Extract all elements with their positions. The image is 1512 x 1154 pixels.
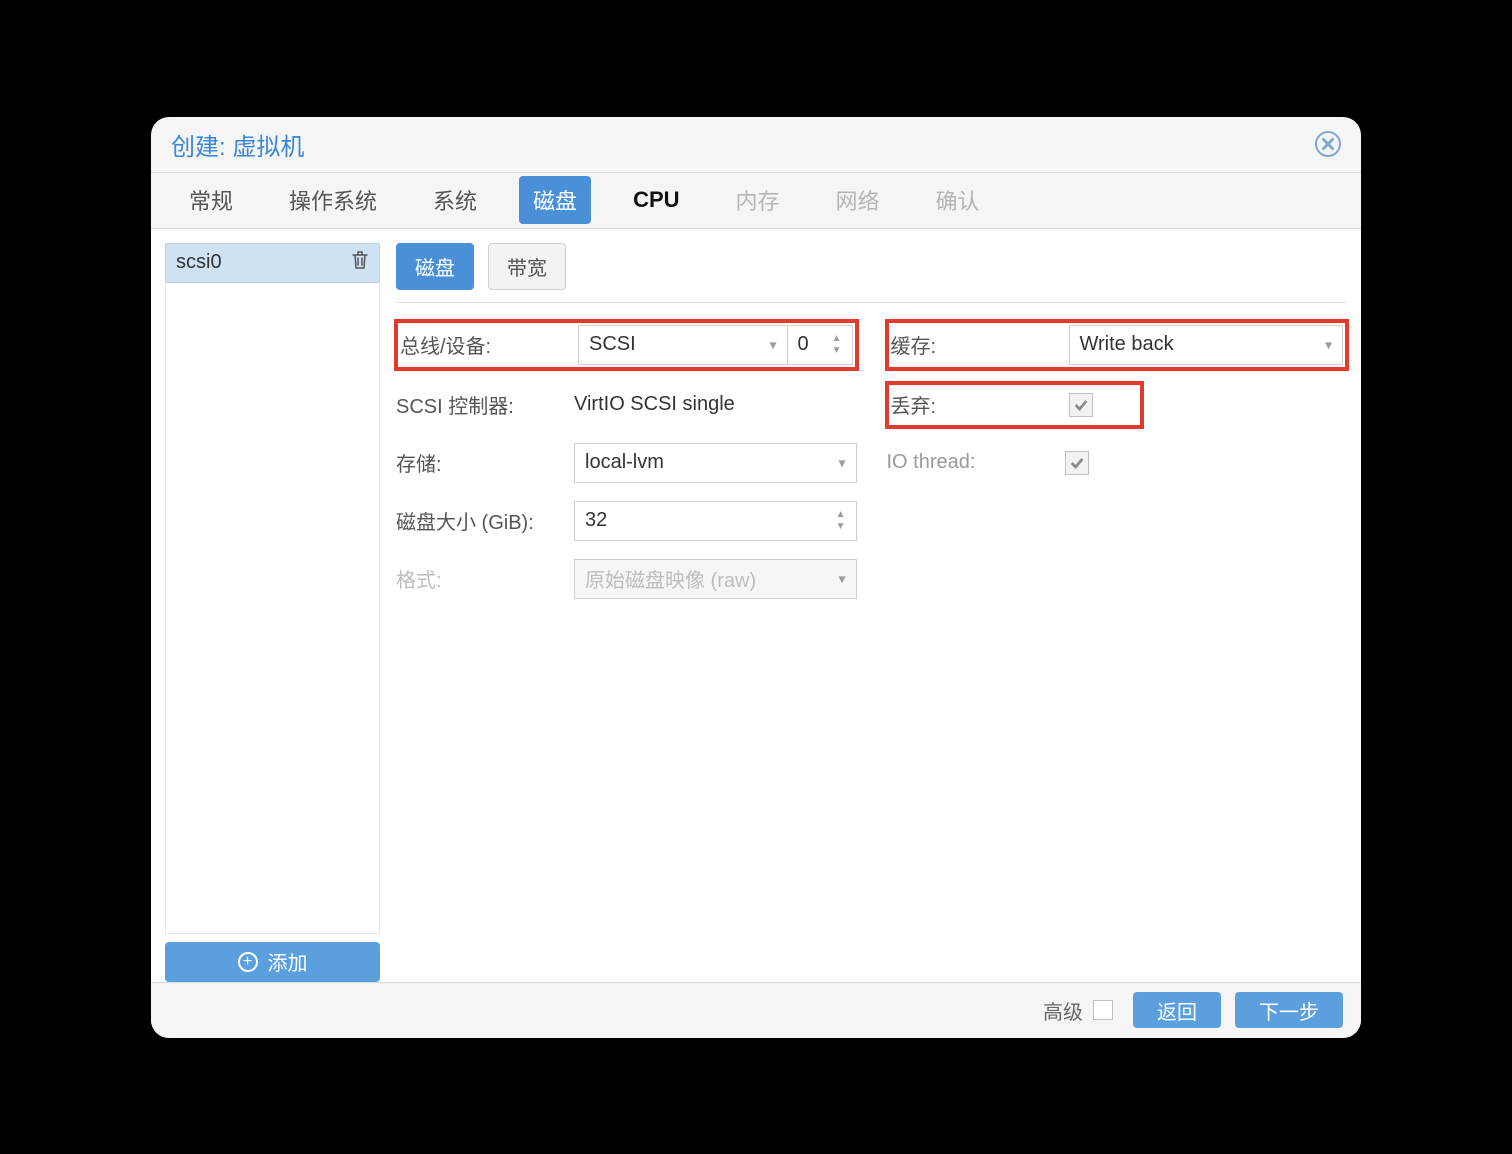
row-cache: 缓存: Write back ▾ [887, 321, 1348, 369]
dialog-body: scsi0 + 添加 磁盘 带宽 [151, 229, 1361, 982]
row-format: 格式: 原始磁盘映像 (raw) ▾ [396, 557, 857, 601]
trash-icon[interactable] [351, 250, 369, 276]
disk-list-empty [165, 283, 380, 934]
bus-index-value: 0 [798, 333, 809, 356]
plus-icon: + [238, 952, 258, 972]
form-left-column: 总线/设备: SCSI ▾ 0 ▲▼ [396, 321, 857, 601]
iothread-label: IO thread: [887, 451, 1065, 474]
subtab-disk[interactable]: 磁盘 [396, 243, 474, 290]
storage-value: local-lvm [585, 451, 664, 474]
disk-form: 磁盘 带宽 总线/设备: SCSI ▾ [396, 243, 1347, 982]
scsi-controller-label: SCSI 控制器: [396, 390, 574, 419]
bus-select[interactable]: SCSI ▾ [578, 325, 787, 365]
tab-disk[interactable]: 磁盘 [519, 176, 591, 224]
cache-value: Write back [1080, 333, 1174, 356]
format-value: 原始磁盘映像 (raw) [585, 564, 756, 593]
row-iothread: IO thread: [887, 441, 1348, 485]
format-label: 格式: [396, 564, 574, 593]
chevron-down-icon: ▾ [769, 336, 776, 353]
disk-size-label: 磁盘大小 (GiB): [396, 506, 574, 535]
next-button-label: 下一步 [1259, 996, 1319, 1025]
tab-cpu[interactable]: CPU [619, 179, 693, 221]
storage-label: 存储: [396, 448, 574, 477]
disk-subtabs: 磁盘 带宽 [396, 243, 1347, 303]
row-storage: 存储: local-lvm ▾ [396, 441, 857, 485]
cache-select[interactable]: Write back ▾ [1069, 325, 1344, 365]
advanced-checkbox[interactable] [1093, 1000, 1113, 1020]
disk-sidebar: scsi0 + 添加 [165, 243, 380, 982]
bus-select-value: SCSI [589, 333, 636, 356]
bus-device-label: 总线/设备: [400, 330, 578, 359]
titlebar: 创建: 虚拟机 [151, 117, 1361, 173]
row-scsi-controller: SCSI 控制器: VirtIO SCSI single [396, 383, 857, 427]
subtab-bandwidth[interactable]: 带宽 [488, 243, 566, 290]
row-bus-device: 总线/设备: SCSI ▾ 0 ▲▼ [396, 321, 857, 369]
disk-list-item[interactable]: scsi0 [165, 243, 380, 283]
form-columns: 总线/设备: SCSI ▾ 0 ▲▼ [396, 303, 1347, 601]
tab-network: 网络 [822, 176, 894, 224]
tab-confirm: 确认 [922, 176, 994, 224]
row-disk-size: 磁盘大小 (GiB): 32 ▲▼ [396, 499, 857, 543]
format-select: 原始磁盘映像 (raw) ▾ [574, 559, 857, 599]
add-button-label: 添加 [268, 947, 308, 976]
storage-select[interactable]: local-lvm ▾ [574, 443, 857, 483]
bus-index-spinner[interactable]: 0 ▲▼ [787, 325, 853, 365]
dialog-create-vm: 创建: 虚拟机 常规 操作系统 系统 磁盘 CPU 内存 网络 确认 scsi0 [151, 117, 1361, 1038]
tab-os[interactable]: 操作系统 [275, 176, 391, 224]
iothread-checkbox[interactable] [1065, 451, 1089, 475]
discard-label: 丢弃: [891, 390, 1069, 419]
next-button[interactable]: 下一步 [1235, 992, 1343, 1028]
window-title: 创建: 虚拟机 [171, 127, 304, 162]
disk-size-spinner[interactable]: 32 ▲▼ [574, 501, 857, 541]
advanced-toggle[interactable]: 高级 [1043, 996, 1113, 1025]
tab-general[interactable]: 常规 [175, 176, 247, 224]
spinner-arrows-icon: ▲▼ [836, 510, 846, 532]
add-disk-button[interactable]: + 添加 [165, 942, 380, 982]
tab-system[interactable]: 系统 [419, 176, 491, 224]
spinner-arrows-icon: ▲▼ [832, 334, 842, 356]
back-button[interactable]: 返回 [1133, 992, 1221, 1028]
advanced-label: 高级 [1043, 996, 1083, 1025]
discard-checkbox[interactable] [1069, 393, 1093, 417]
wizard-tabs: 常规 操作系统 系统 磁盘 CPU 内存 网络 确认 [151, 173, 1361, 229]
disk-size-value: 32 [585, 509, 607, 532]
back-button-label: 返回 [1157, 996, 1197, 1025]
cache-label: 缓存: [891, 330, 1069, 359]
scsi-controller-value: VirtIO SCSI single [574, 393, 735, 416]
close-icon[interactable] [1315, 131, 1341, 157]
chevron-down-icon: ▾ [838, 454, 845, 471]
chevron-down-icon: ▾ [838, 570, 845, 587]
chevron-down-icon: ▾ [1325, 336, 1332, 353]
row-discard: 丢弃: [887, 383, 1142, 427]
dialog-footer: 高级 返回 下一步 [151, 982, 1361, 1038]
form-right-column: 缓存: Write back ▾ 丢弃: [887, 321, 1348, 601]
tab-memory: 内存 [722, 176, 794, 224]
disk-item-label: scsi0 [176, 251, 222, 274]
